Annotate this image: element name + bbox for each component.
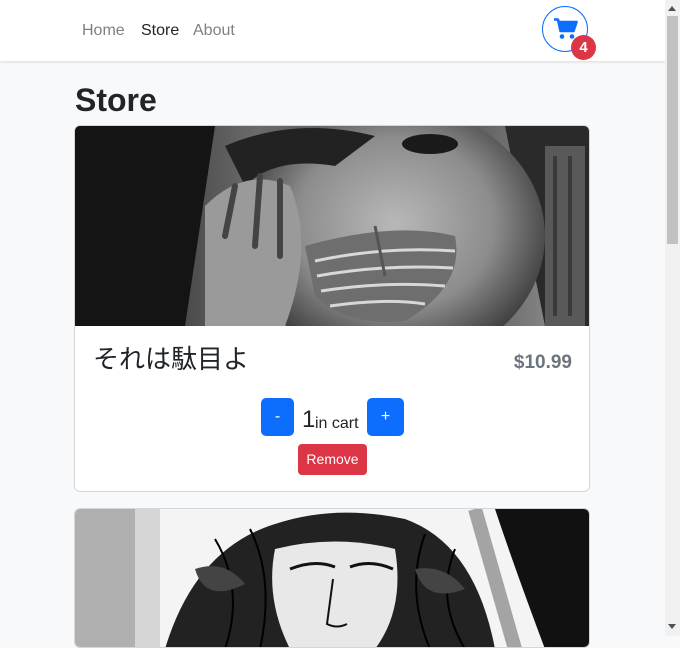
cart-quantity: 1: [302, 406, 316, 433]
product-image: [75, 509, 589, 647]
cart-count-badge: 4: [571, 35, 596, 60]
remove-button[interactable]: Remove: [298, 444, 367, 475]
product-image: [75, 126, 589, 326]
nav-link-home[interactable]: Home: [82, 21, 125, 41]
product-price: $10.99: [513, 352, 572, 373]
nav-link-about[interactable]: About: [193, 21, 235, 41]
product-card: [74, 508, 590, 648]
product-name: それは駄目よ: [93, 345, 250, 375]
shopping-cart-icon: [554, 18, 578, 39]
product-card: それは駄目よ $10.99 - 1 in cart + Remove: [74, 125, 590, 492]
cart-quantity-label: in cart: [315, 415, 359, 432]
decrement-button[interactable]: -: [261, 398, 294, 436]
scroll-down-arrow-icon[interactable]: [668, 624, 676, 629]
increment-button[interactable]: +: [367, 398, 404, 436]
navbar: Home Store About 4: [0, 0, 665, 61]
nav-link-store[interactable]: Store: [141, 21, 179, 41]
vertical-scrollbar[interactable]: [665, 0, 680, 636]
page-title: Store: [75, 82, 157, 118]
scroll-up-arrow-icon[interactable]: [668, 6, 676, 11]
scrollbar-thumb[interactable]: [667, 16, 678, 244]
